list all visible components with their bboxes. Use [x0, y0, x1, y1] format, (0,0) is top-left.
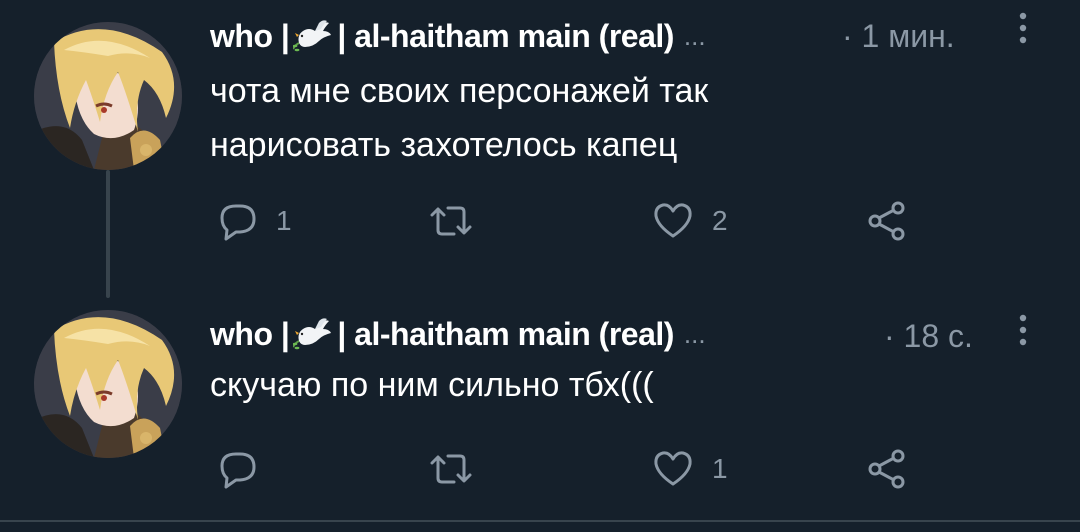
- like-button[interactable]: 1: [650, 444, 728, 494]
- share-button[interactable]: [864, 444, 910, 494]
- share-button[interactable]: [864, 196, 910, 246]
- share-icon: [868, 201, 905, 241]
- avatar[interactable]: [34, 22, 182, 170]
- tweet-text-line: нарисовать захотелось капец: [210, 126, 678, 164]
- tweet-header: who | | al-haitham main (real) ...: [210, 312, 706, 356]
- tweet-text: скучаю по ним сильно тбх(((: [210, 358, 1030, 412]
- heart-icon: [654, 451, 692, 486]
- avatar-image: [34, 310, 182, 458]
- like-count: 2: [712, 205, 728, 236]
- reply-count: 1: [276, 205, 292, 236]
- avatar-image: [34, 22, 182, 170]
- reply-icon: [220, 452, 256, 489]
- retweet-button[interactable]: [428, 444, 490, 494]
- tweet-header: who | | al-haitham main (real) ...: [210, 14, 706, 58]
- tweet-actions-bar: 1: [210, 444, 1030, 494]
- tweet[interactable]: who | | al-haitham main (real) ... · 1 м…: [0, 0, 1080, 298]
- feed-divider: [0, 520, 1080, 522]
- tweet-actions-bar: 1 2: [210, 196, 1030, 246]
- dove-icon: [293, 318, 332, 350]
- retweet-button[interactable]: [428, 196, 490, 246]
- more-vertical-icon[interactable]: [1016, 312, 1030, 348]
- share-icon: [868, 449, 905, 489]
- retweet-icon: [430, 206, 472, 236]
- more-vertical-icon[interactable]: [1016, 10, 1030, 46]
- author-name-suffix[interactable]: | al-haitham main (real): [337, 18, 674, 55]
- retweet-icon: [430, 454, 472, 484]
- like-button[interactable]: 2: [650, 196, 728, 246]
- reply-icon: [220, 204, 256, 241]
- thread-connector-line: [106, 170, 110, 298]
- avatar[interactable]: [34, 310, 182, 458]
- tweet-timestamp[interactable]: · 1 мин.: [842, 18, 955, 55]
- name-truncation-ellipsis: ...: [683, 318, 706, 349]
- author-name-prefix[interactable]: who |: [210, 316, 290, 353]
- reply-button[interactable]: [214, 444, 276, 494]
- tweet-timestamp[interactable]: · 18 с.: [884, 318, 973, 355]
- reply-button[interactable]: 1: [214, 196, 292, 246]
- name-truncation-ellipsis: ...: [683, 20, 706, 51]
- tweet-text: чота мне своих персонажей так нарисовать…: [210, 64, 1030, 172]
- tweet-text-line: скучаю по ним сильно тбх(((: [210, 366, 654, 404]
- author-name-suffix[interactable]: | al-haitham main (real): [337, 316, 674, 353]
- author-name-prefix[interactable]: who |: [210, 18, 290, 55]
- like-count: 1: [712, 453, 728, 484]
- tweet-text-line: чота мне своих персонажей так: [210, 72, 709, 110]
- dove-icon: [293, 20, 332, 52]
- heart-icon: [654, 203, 692, 238]
